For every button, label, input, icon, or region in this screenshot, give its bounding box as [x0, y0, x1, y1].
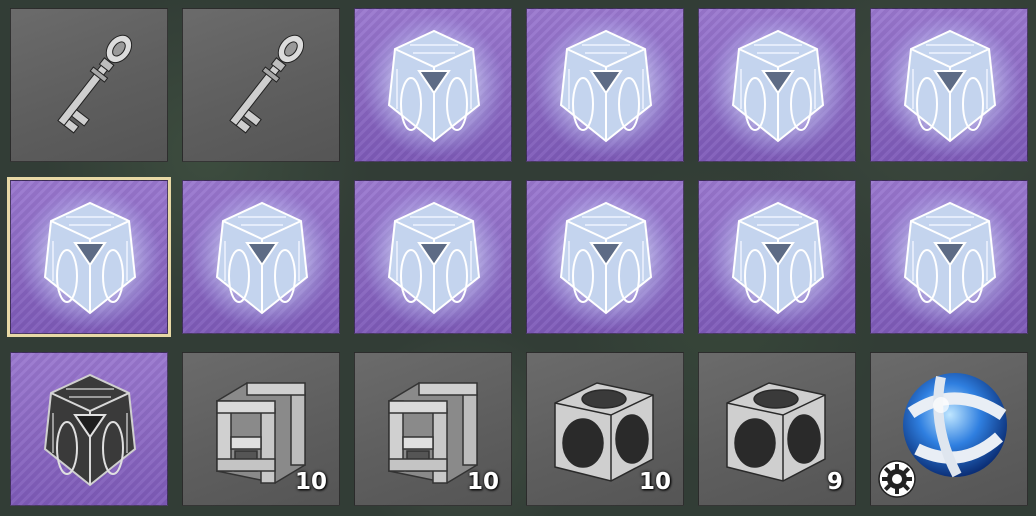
inventory-slot[interactable]	[870, 8, 1028, 162]
glowing-cube-icon	[362, 186, 506, 330]
inventory-slot[interactable]	[870, 352, 1028, 506]
inventory-grid: 10 10 10 9	[0, 0, 1036, 516]
key-icon	[57, 34, 133, 134]
glowing-cube-icon	[534, 186, 678, 330]
item-quantity: 10	[294, 469, 327, 495]
inventory-slot-selected[interactable]	[7, 177, 171, 337]
key-icon	[229, 34, 305, 134]
glowing-cube-icon	[362, 14, 506, 158]
glowing-cube-icon	[18, 186, 162, 330]
item-quantity: 10	[638, 469, 671, 495]
item-quantity: 10	[466, 469, 499, 495]
glowing-cube-icon	[190, 186, 334, 330]
inventory-slot[interactable]	[698, 8, 856, 162]
inventory-slot[interactable]	[698, 180, 856, 334]
inventory-slot[interactable]: 9	[698, 352, 856, 506]
glowing-cube-icon	[706, 186, 850, 330]
glowing-cube-icon	[534, 14, 678, 158]
dark-cube-icon	[43, 373, 137, 487]
item-quantity: 9	[826, 469, 843, 495]
inventory-slot[interactable]	[10, 8, 168, 162]
inventory-slot[interactable]: 10	[354, 352, 512, 506]
inventory-slot[interactable]: 10	[526, 352, 684, 506]
inventory-slot[interactable]	[526, 180, 684, 334]
inventory-slot[interactable]	[526, 8, 684, 162]
inventory-slot[interactable]	[182, 8, 340, 162]
inventory-slot[interactable]	[354, 180, 512, 334]
gear-icon	[878, 460, 916, 498]
inventory-slot[interactable]	[10, 352, 168, 506]
inventory-slot[interactable]	[870, 180, 1028, 334]
inventory-slot[interactable]	[354, 8, 512, 162]
inventory-slot[interactable]	[182, 180, 340, 334]
inventory-slot[interactable]: 10	[182, 352, 340, 506]
glowing-cube-icon	[706, 14, 850, 158]
glowing-cube-icon	[878, 186, 1022, 330]
glowing-cube-icon	[878, 14, 1022, 158]
